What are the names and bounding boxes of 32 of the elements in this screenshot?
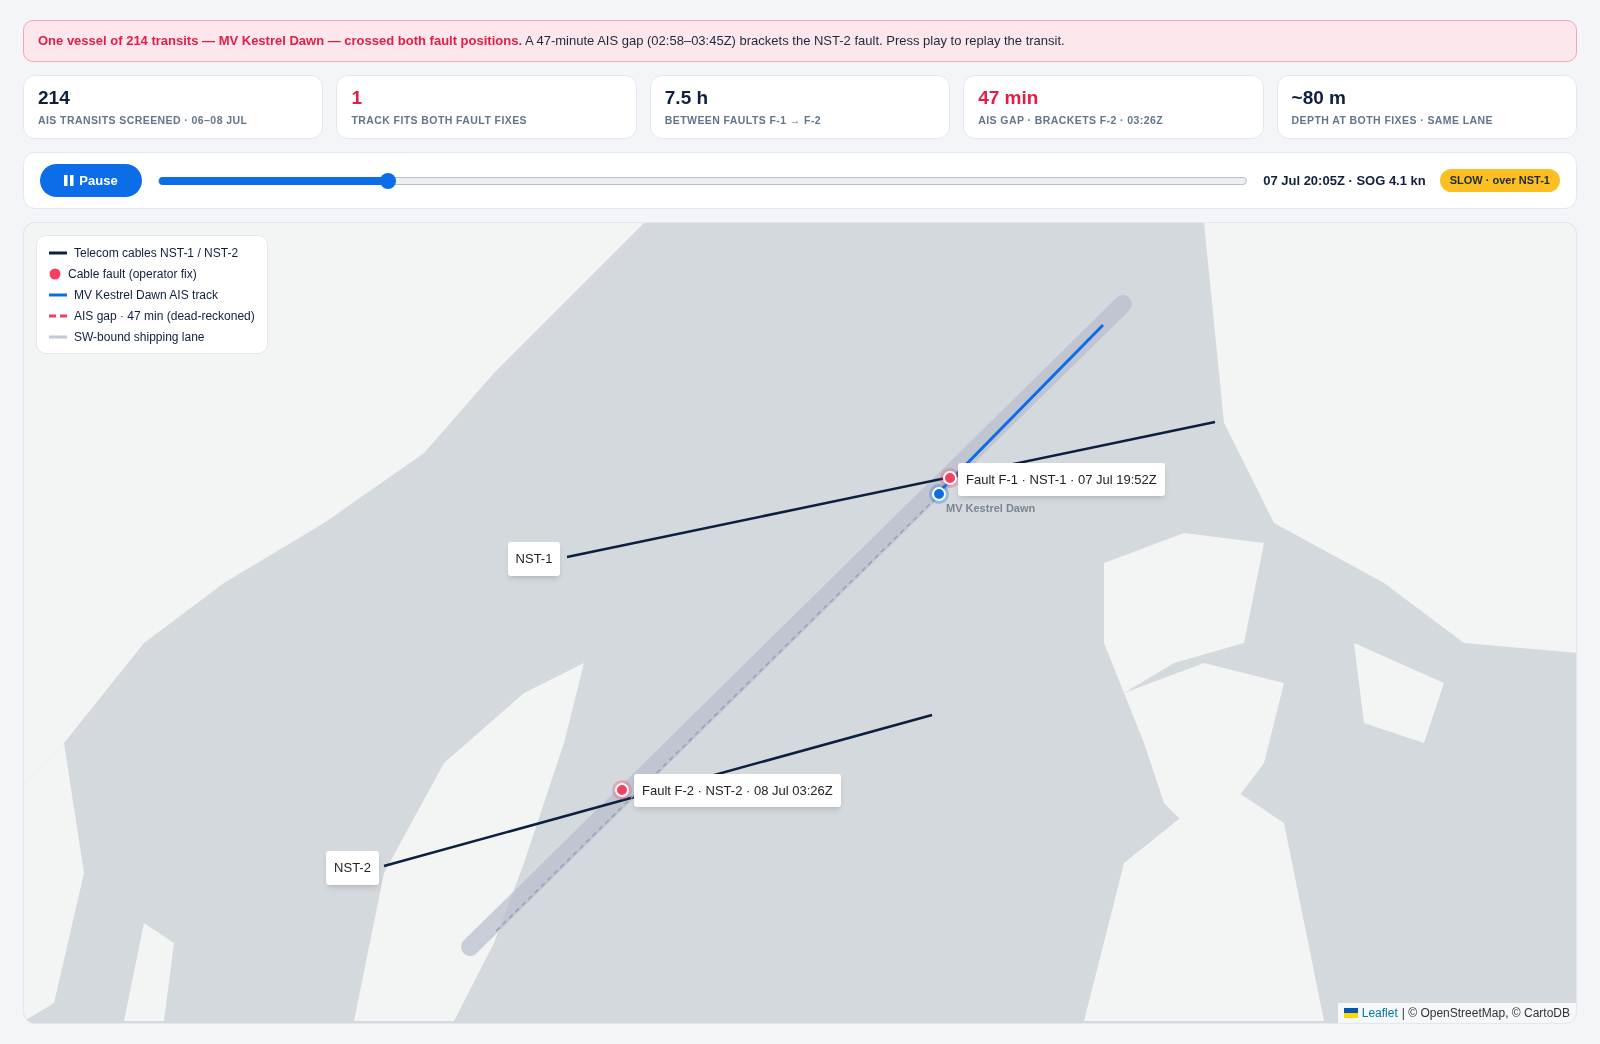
- stat-label: DEPTH AT BOTH FIXES · SAME LANE: [1291, 112, 1495, 128]
- fault-swatch-icon: [49, 267, 61, 280]
- stat-label: AIS GAP · BRACKETS F-2 · 03:26Z: [978, 112, 1165, 128]
- fault-marker: [612, 780, 632, 800]
- vessel-marker: [929, 484, 949, 504]
- cable-label: NST-2: [326, 851, 379, 885]
- status-badge: SLOW · over NST-1: [1439, 169, 1560, 192]
- time-speed-reading: 07 Jul 20:05Z · SOG 4.1 kn: [1263, 171, 1426, 190]
- flag-icon: [1343, 1008, 1358, 1018]
- stat-value: ~80 m: [1291, 85, 1347, 110]
- stat-value: 214: [38, 85, 71, 110]
- cable-label: NST-1: [508, 542, 560, 576]
- slider-thumb[interactable]: [380, 172, 397, 189]
- pause-button[interactable]: Pause: [40, 164, 142, 197]
- pause-icon: [64, 175, 75, 186]
- vessel-label: MV Kestrel Dawn: [946, 501, 1036, 516]
- fault-label: Fault F-1 · NST-1 · 07 Jul 19:52Z: [958, 463, 1165, 496]
- stat-label: TRACK FITS BOTH FAULT FIXES: [351, 112, 529, 128]
- stat-label: BETWEEN FAULTS F-1 → F-2: [664, 112, 823, 128]
- attribution-text: | © OpenStreetMap, © CartoDB: [1401, 1005, 1570, 1022]
- legend-label: Telecom cables NST-1 / NST-2: [74, 244, 239, 262]
- legend-label: MV Kestrel Dawn AIS track: [74, 286, 219, 304]
- banner-text: One vessel of 214 transits — MV Kestrel Dawn — crossed both fault positions. A 47-minute AIS gap (02:58–03:45Z) brackets the NST-2 fault. Press play to replay the transit.: [38, 32, 1065, 51]
- leaflet-link[interactable]: Leaflet: [1361, 1004, 1398, 1022]
- stat-value: 1: [351, 85, 363, 110]
- stat-value: 47 min: [978, 85, 1040, 110]
- legend-label: AIS gap · 47 min (dead-reckoned): [74, 307, 255, 325]
- fault-label: Fault F-2 · NST-2 · 08 Jul 03:26Z: [634, 774, 841, 807]
- legend-label: Cable fault (operator fix): [68, 265, 197, 283]
- stat-value: 7.5 h: [664, 85, 710, 110]
- legend-label: SW-bound shipping lane: [74, 328, 205, 346]
- stat-label: AIS TRANSITS SCREENED · 06–08 JUL: [38, 112, 249, 128]
